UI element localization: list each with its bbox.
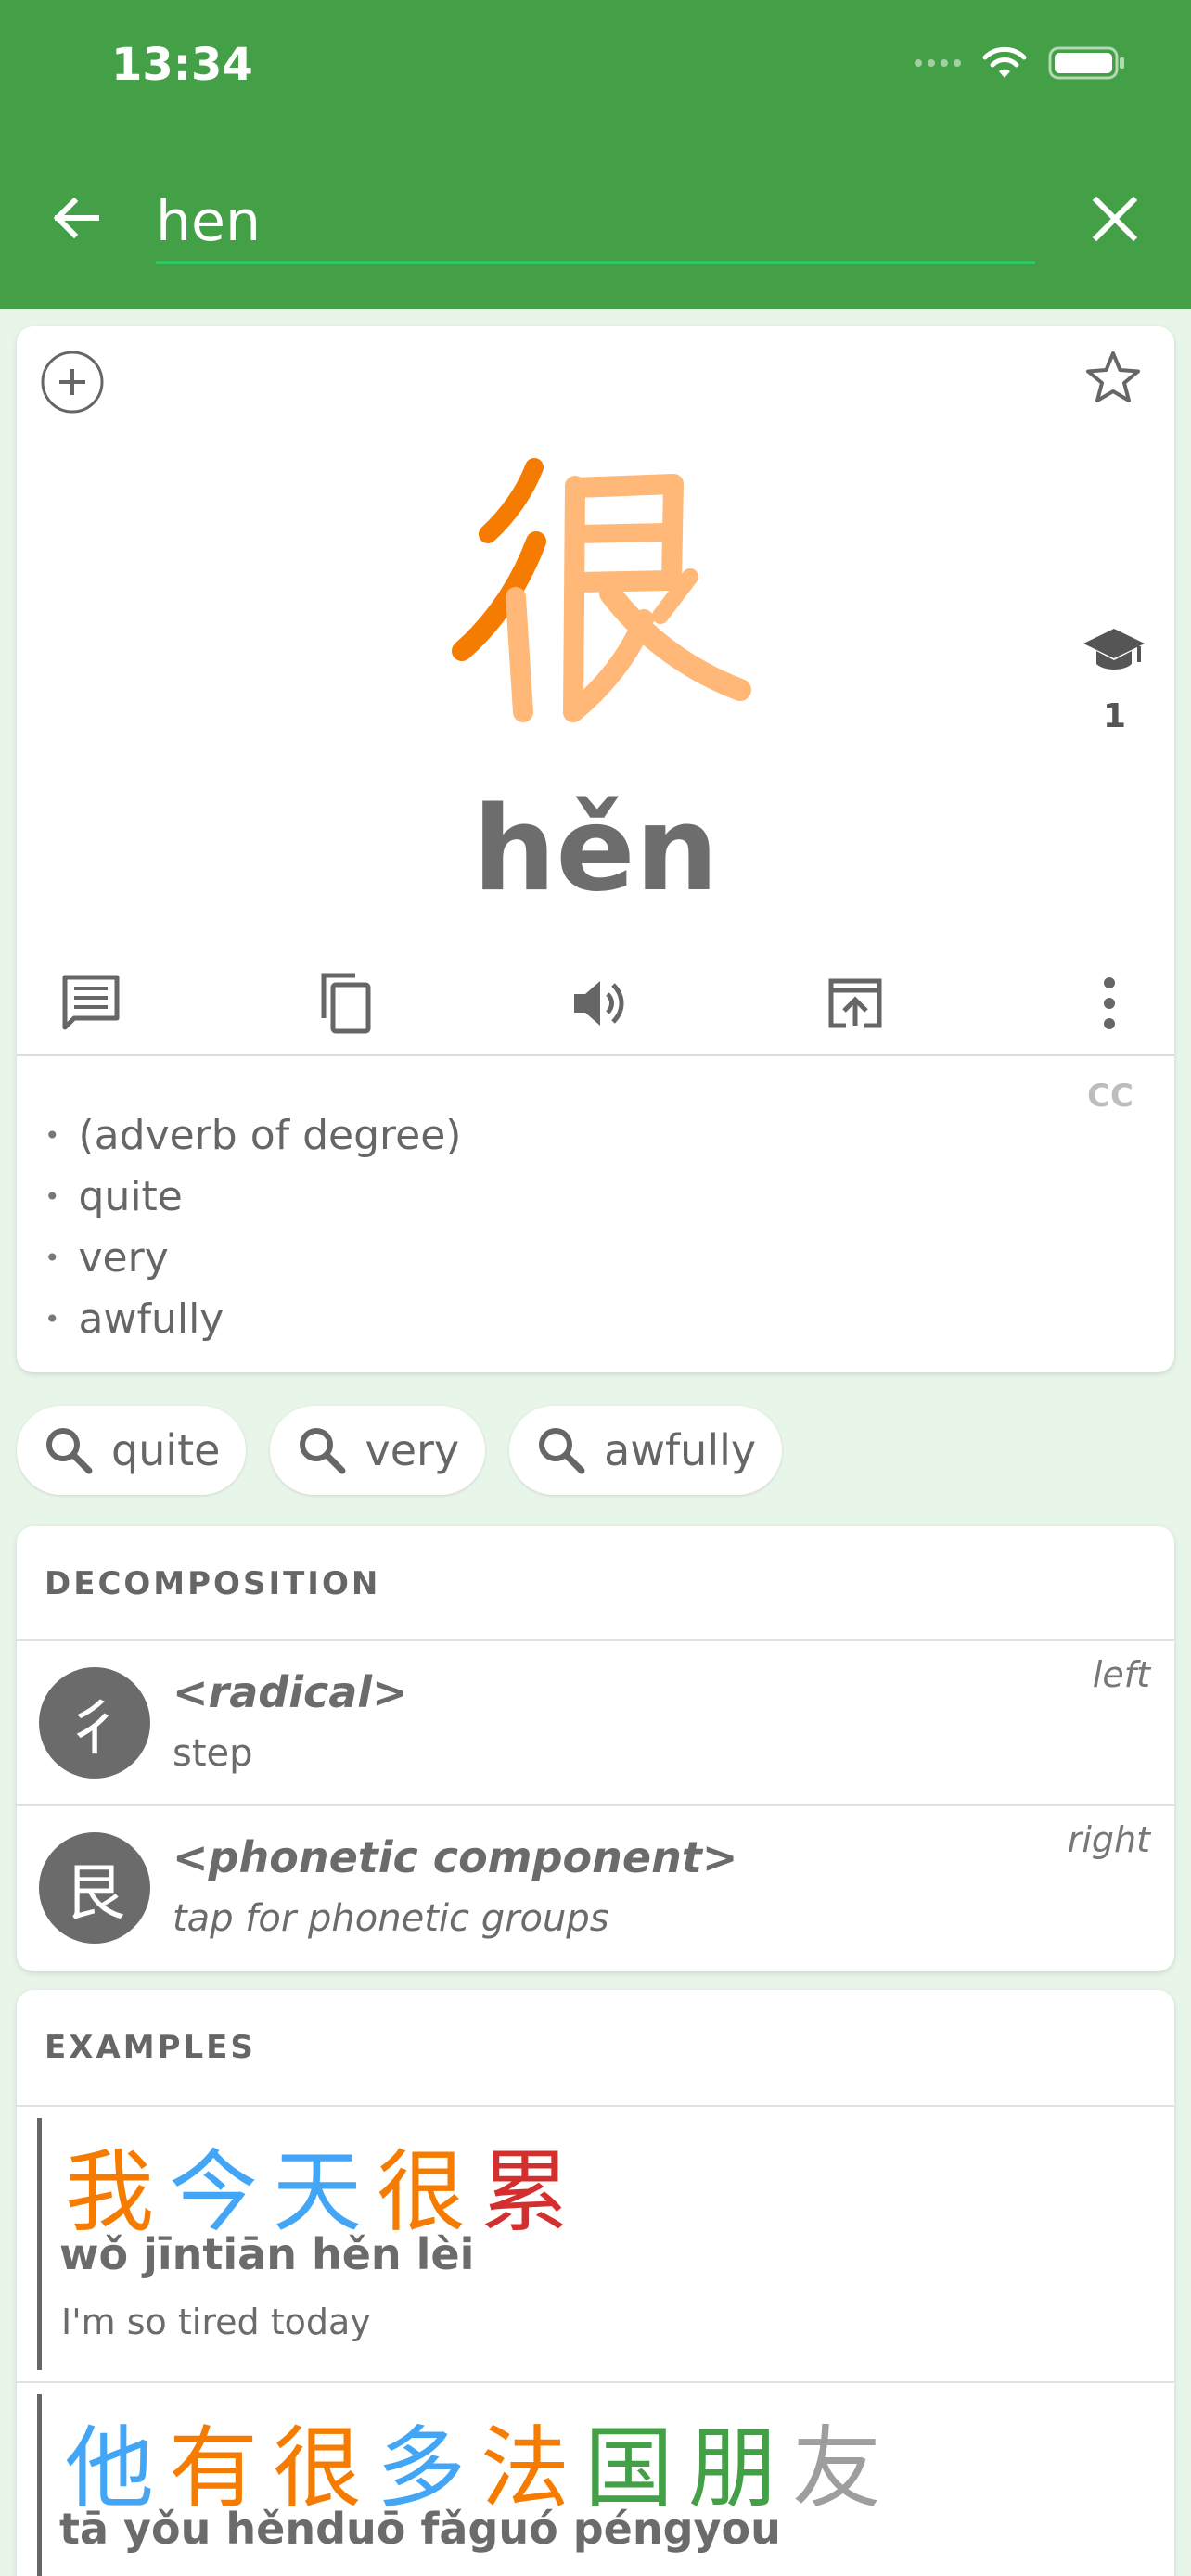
entry-card: 很 1 hěn	[17, 326, 1174, 1372]
component-subtitle: tap for phonetic groups	[173, 1897, 609, 1940]
example-pinyin: wǒ jīntiān hěn lèi	[59, 2229, 475, 2279]
example-char: 累	[480, 2140, 570, 2244]
example-item[interactable]: 他 有 很 多 法 国 朋 友 tā yǒu hěnduō fǎguó péng…	[17, 2381, 1174, 2576]
open-external-icon	[828, 978, 881, 1028]
search-chip-very[interactable]: very	[270, 1406, 486, 1495]
search-chip-awfully[interactable]: awfully	[509, 1406, 783, 1495]
copy-icon	[321, 973, 370, 1034]
share-button[interactable]	[818, 966, 892, 1040]
chip-label: awfully	[604, 1425, 757, 1475]
battery-icon	[1048, 46, 1124, 80]
example-pinyin: tā yǒu hěnduō fǎguó péngyou	[59, 2504, 781, 2554]
search-input[interactable]	[156, 181, 1035, 264]
component-avatar: 艮	[39, 1832, 150, 1944]
component-subtitle: step	[173, 1732, 253, 1775]
copy-button[interactable]	[309, 966, 383, 1040]
back-arrow-icon[interactable]	[48, 190, 104, 246]
definition-item: (adverb of degree)	[45, 1105, 462, 1167]
example-bar	[37, 2394, 42, 2576]
star-favorite-icon[interactable]	[1083, 349, 1143, 408]
character-stroke-display[interactable]: 很	[434, 438, 787, 790]
definition-item: quite	[45, 1167, 461, 1228]
more-options-button[interactable]	[1072, 966, 1146, 1040]
component-title: <phonetic component>	[173, 1832, 738, 1882]
definition-item: awfully	[45, 1289, 461, 1350]
status-icons	[915, 45, 1126, 82]
notes-icon	[62, 975, 120, 1030]
audio-button[interactable]	[563, 966, 637, 1040]
search-chips: quite very awfully	[17, 1406, 783, 1495]
add-to-list-icon[interactable]	[39, 349, 106, 415]
app-header: 13:34	[0, 0, 1191, 309]
dictionary-source-badge[interactable]: CC	[1087, 1078, 1133, 1115]
wifi-icon	[982, 46, 1027, 78]
phonetic-row[interactable]: 艮 <phonetic component> tap for phonetic …	[17, 1804, 1174, 1970]
hsk-level-icon[interactable]	[1082, 623, 1146, 679]
chip-label: quite	[111, 1425, 221, 1475]
search-chip-quite[interactable]: quite	[17, 1406, 247, 1495]
decomposition-title: DECOMPOSITION	[45, 1565, 381, 1602]
definition-item: very	[45, 1228, 461, 1289]
search-icon	[300, 1428, 346, 1474]
more-vert-icon	[1104, 977, 1115, 1029]
radical-row[interactable]: 彳 <radical> step left	[17, 1639, 1174, 1804]
entry-toolbar	[17, 943, 1174, 1064]
search-icon	[539, 1428, 585, 1474]
pinyin: hěn	[472, 781, 719, 917]
hsk-level: 1	[1102, 697, 1126, 735]
example-item[interactable]: 我 今 天 很 累 wǒ jīntiān hěn lèi I'm so tire…	[17, 2105, 1174, 2381]
clear-search-icon[interactable]	[1091, 195, 1139, 243]
notes-button[interactable]	[54, 966, 128, 1040]
chip-label: very	[365, 1425, 460, 1475]
examples-card: EXAMPLES 我 今 天 很 累 wǒ jīntiān hěn lèi I'…	[17, 1990, 1174, 2576]
cellular-signal-icon	[915, 59, 961, 67]
definitions-list: (adverb of degree) quite very awfully	[45, 1105, 462, 1350]
app: 13:34 hen 1 hěn CC • (adverb of degree) …	[0, 0, 1191, 2576]
speaker-icon	[574, 981, 624, 1026]
example-bar	[37, 2118, 42, 2370]
status-time: 13:34	[111, 39, 253, 91]
component-position: right	[1067, 1819, 1150, 1860]
component-title: <radical>	[173, 1667, 408, 1717]
component-position: left	[1092, 1654, 1150, 1695]
example-translation: I'm so tired today	[61, 2302, 371, 2342]
examples-title: EXAMPLES	[45, 2029, 256, 2066]
search-icon	[46, 1428, 93, 1474]
example-char: 友	[792, 2417, 881, 2520]
decomposition-card: DECOMPOSITION 彳 <radical> step left 艮 <p…	[17, 1526, 1174, 1971]
card-divider	[17, 1054, 1174, 1056]
component-avatar: 彳	[39, 1667, 150, 1779]
